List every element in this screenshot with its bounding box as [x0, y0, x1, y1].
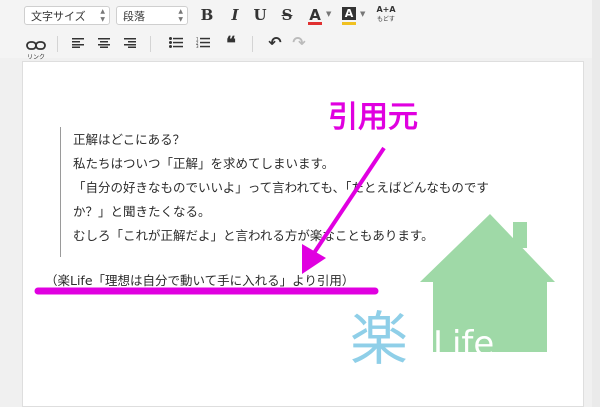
annotation-overlay [34, 146, 386, 295]
annotation-label: 引用元 [328, 100, 418, 135]
arrow-head [302, 244, 326, 274]
arrow-shaft [310, 146, 386, 258]
